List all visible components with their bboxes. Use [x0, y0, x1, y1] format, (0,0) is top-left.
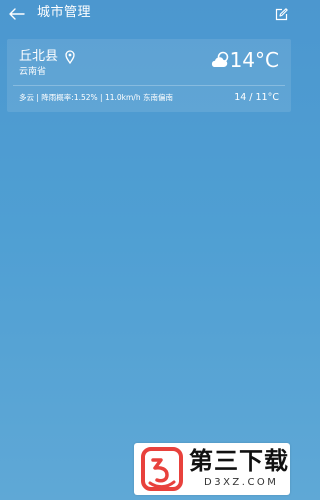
current-temperature: 14°C: [229, 48, 279, 72]
top-bar: 城市管理: [0, 0, 298, 28]
watermark-domain: D3XZ.COM: [204, 477, 279, 488]
edit-icon: [275, 7, 288, 20]
watermark-banner: 第三下载 D3XZ.COM: [134, 443, 290, 495]
weather-details: 多云 | 降雨概率:1.52% | 11.0km/h 东南偏南: [19, 93, 173, 102]
location-pin-icon: [65, 50, 75, 64]
city-card[interactable]: 丘北县 云南省 14°C 多云 | 降雨概率:1.52% | 11.0km/h …: [7, 39, 291, 112]
edit-button[interactable]: [270, 4, 292, 24]
watermark-brand: 第三下载: [189, 447, 289, 475]
temperature-range: 14 / 11°C: [234, 92, 279, 103]
province-label: 云南省: [19, 67, 47, 77]
card-divider: [13, 85, 285, 86]
d3xz-logo-icon: [141, 447, 183, 491]
city-name: 丘北县: [19, 49, 59, 64]
back-arrow-icon: [9, 8, 25, 20]
back-button[interactable]: [6, 4, 28, 24]
page-title: 城市管理: [37, 5, 92, 20]
